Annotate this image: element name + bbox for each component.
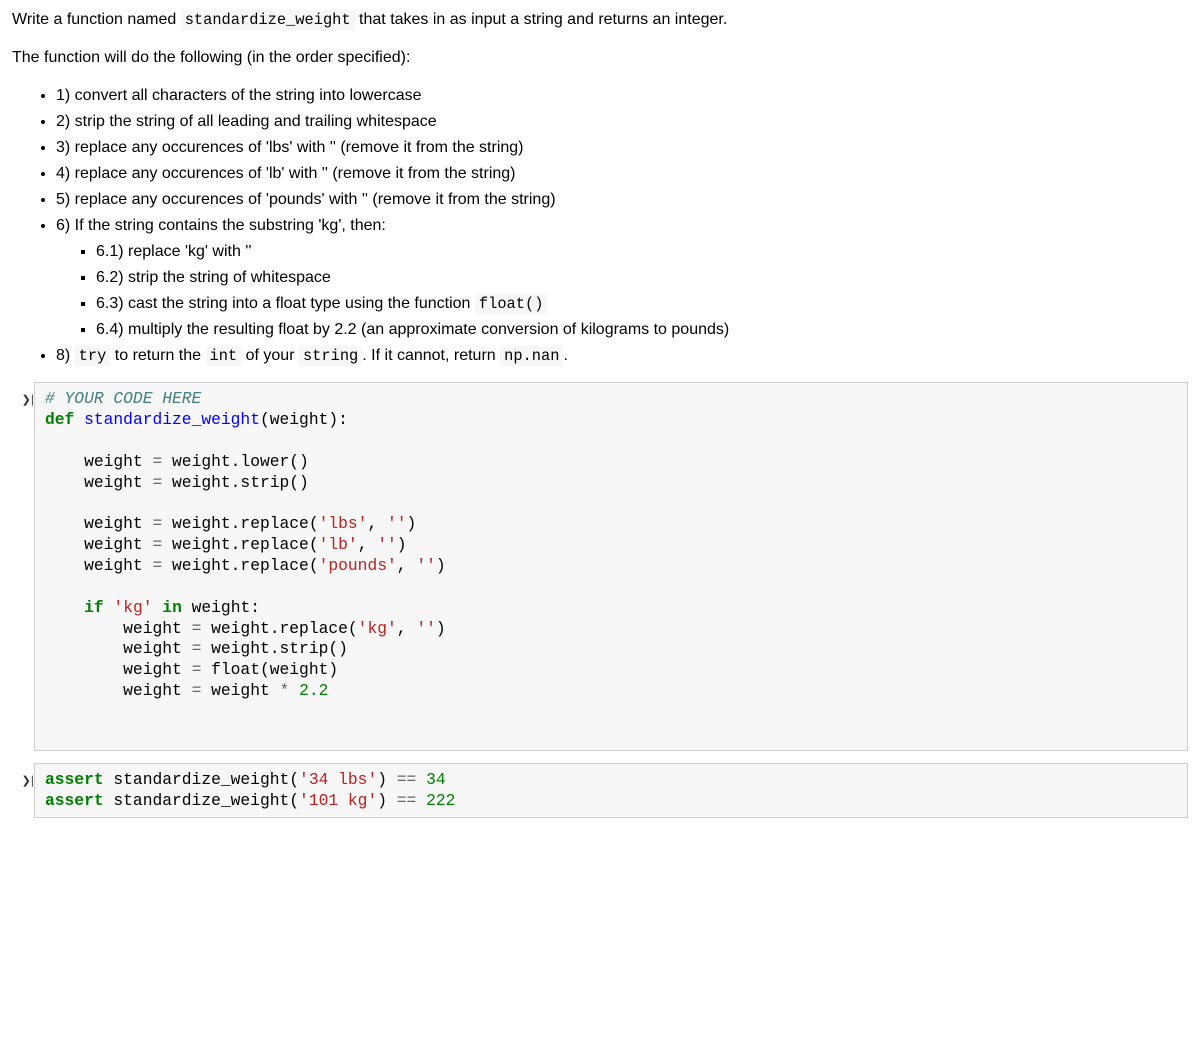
code-int: int — [206, 346, 242, 366]
step-2: 2) strip the string of all leading and t… — [56, 110, 1188, 134]
step-3: 3) replace any occurences of 'lbs' with … — [56, 136, 1188, 160]
text: 6.3) cast the string into a float type u… — [96, 295, 475, 312]
text: that takes in as input a string and retu… — [355, 11, 728, 28]
steps-list: 1) convert all characters of the string … — [12, 84, 1188, 368]
code-standardize-weight: standardize_weight — [181, 10, 355, 30]
code-input-2[interactable]: assert standardize_weight('34 lbs') == 3… — [34, 763, 1188, 819]
step-6-4: 6.4) multiply the resulting float by 2.2… — [96, 318, 1188, 342]
text: . If it cannot, return — [362, 347, 500, 364]
step-6-text: 6) If the string contains the substring … — [56, 217, 386, 234]
text: 8) — [56, 347, 75, 364]
text: . — [563, 347, 567, 364]
step-6-1: 6.1) replace 'kg' with '' — [96, 240, 1188, 264]
run-prompt-icon[interactable] — [12, 382, 34, 751]
code-cell-2[interactable]: assert standardize_weight('34 lbs') == 3… — [12, 763, 1188, 819]
code-string: string — [299, 346, 362, 366]
step-6-3: 6.3) cast the string into a float type u… — [96, 292, 1188, 316]
code-float: float() — [475, 294, 548, 314]
code-try: try — [75, 346, 111, 366]
code-cell-1[interactable]: # YOUR CODE HERE def standardize_weight(… — [12, 382, 1188, 751]
run-prompt-icon[interactable] — [12, 763, 34, 819]
text: to return the — [110, 347, 205, 364]
step-6: 6) If the string contains the substring … — [56, 214, 1188, 342]
code-input-1[interactable]: # YOUR CODE HERE def standardize_weight(… — [34, 382, 1188, 751]
text: of your — [241, 347, 299, 364]
code-npnan: np.nan — [500, 346, 563, 366]
step-1: 1) convert all characters of the string … — [56, 84, 1188, 108]
step-8: 8) try to return the int of your string.… — [56, 344, 1188, 368]
step-5: 5) replace any occurences of 'pounds' wi… — [56, 188, 1188, 212]
step-4: 4) replace any occurences of 'lb' with '… — [56, 162, 1188, 186]
instruction-p1: Write a function named standardize_weigh… — [12, 8, 1188, 32]
step-6-2: 6.2) strip the string of whitespace — [96, 266, 1188, 290]
instruction-p2: The function will do the following (in t… — [12, 46, 1188, 70]
markdown-cell-instructions: Write a function named standardize_weigh… — [12, 8, 1188, 368]
substeps-list: 6.1) replace 'kg' with '' 6.2) strip the… — [56, 240, 1188, 342]
text: Write a function named — [12, 11, 181, 28]
